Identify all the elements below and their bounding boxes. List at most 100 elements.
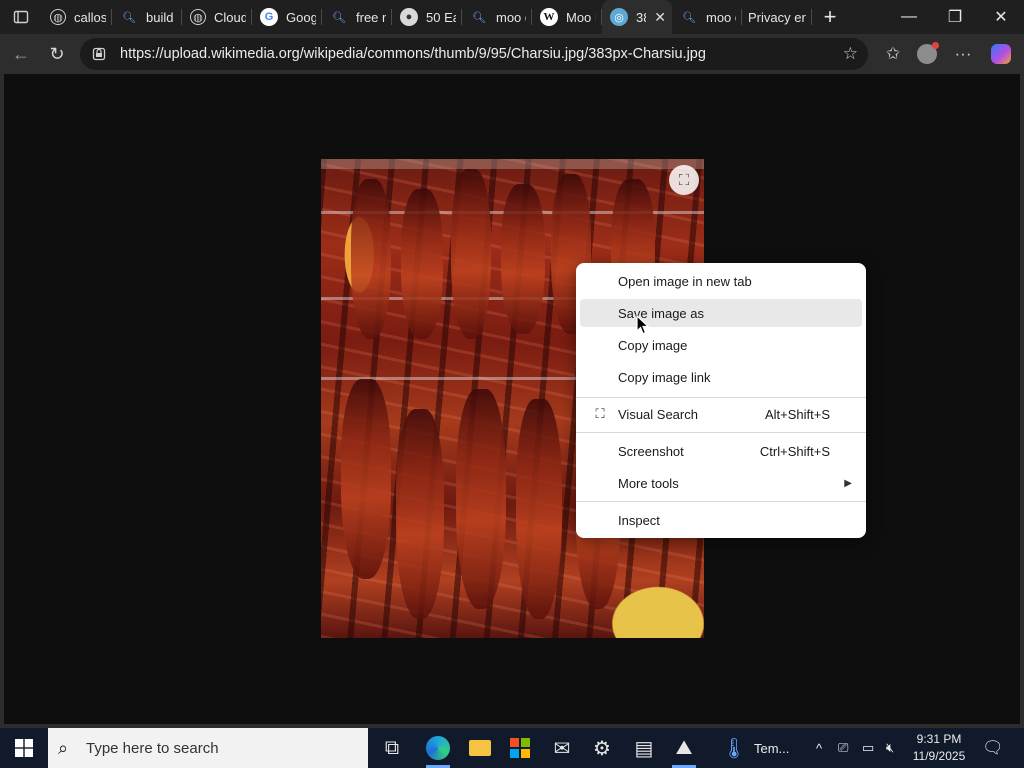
visual-search-button[interactable]: ⛶ — [669, 165, 699, 195]
mouse-cursor-icon — [636, 315, 650, 335]
page-info-icon[interactable] — [92, 46, 108, 62]
tab-0[interactable]: ◍ callose — [42, 0, 112, 34]
tab-label: 38 — [636, 9, 646, 25]
tab-4[interactable]: 🔍︎ free m — [322, 0, 392, 34]
menu-item-more-tools[interactable]: More tools ▶ — [580, 469, 862, 497]
search-icon: 🔍︎ — [682, 11, 696, 24]
url-text: https://upload.wikimedia.org/wikipedia/c… — [120, 46, 706, 62]
network-button[interactable]: ▭ — [862, 728, 874, 768]
file-explorer-button[interactable] — [460, 728, 500, 768]
tab-5[interactable]: ● 50 Eas — [392, 0, 462, 34]
tab-1[interactable]: 🔍︎ build 1 — [112, 0, 182, 34]
menu-item-label: Copy image link — [618, 369, 711, 385]
plus-icon: + — [823, 4, 837, 29]
meet-now-button[interactable]: ⎚ — [838, 728, 848, 768]
tab-label: free m — [356, 9, 386, 25]
menu-item-label: Visual Search — [618, 406, 698, 422]
menu-item-label: Save image as — [618, 305, 704, 321]
start-button[interactable] — [0, 728, 48, 768]
edge-taskbar-button[interactable] — [418, 728, 458, 768]
chevron-up-icon: ^ — [816, 740, 823, 756]
menu-separator — [576, 501, 866, 502]
settings-button[interactable]: ⚙ — [582, 728, 622, 768]
more-options-button[interactable]: ··· — [946, 37, 980, 71]
clock[interactable]: 9:31 PM 11/9/2025 — [906, 731, 972, 765]
taskbar-search-input[interactable]: ⌕ Type here to search — [48, 728, 368, 768]
tab-label: moo d — [496, 9, 526, 25]
taskbar: ⌕ Type here to search ⧉ ✉ ⚙ ▤ ⛰ 🌡︎ Tem..… — [0, 728, 1024, 768]
network-icon: ▭ — [862, 740, 875, 755]
close-icon: ✕ — [994, 9, 1008, 26]
restore-button[interactable]: ❐ — [932, 0, 978, 34]
menu-item-label: Copy image — [618, 337, 688, 353]
copilot-button[interactable] — [984, 37, 1018, 71]
edge-icon — [426, 736, 450, 760]
minimize-button[interactable]: — — [886, 0, 932, 34]
minimize-icon: — — [901, 8, 917, 25]
task-view-button[interactable]: ⧉ — [372, 728, 412, 768]
meat-strip — [501, 184, 545, 334]
tab-label: Googl — [286, 9, 316, 25]
close-tab-icon[interactable]: ✕ — [654, 9, 666, 26]
tab-label: Privacy erro — [748, 9, 806, 25]
google-icon: G — [260, 8, 278, 26]
volume-button[interactable]: 🔇︎ — [886, 728, 894, 768]
menu-item-copy-image-link[interactable]: Copy image link — [580, 363, 862, 391]
menu-item-screenshot[interactable]: Screenshot Ctrl+Shift+S — [580, 437, 862, 465]
meat-strip — [351, 179, 391, 339]
tab-label: Cloudf — [214, 9, 246, 25]
back-button[interactable]: ← — [4, 37, 38, 71]
notification-icon: 🗨︎ — [982, 738, 1004, 757]
notifications-button[interactable]: 🗨︎ — [982, 728, 1004, 768]
menu-item-visual-search[interactable]: ⛶ Visual Search Alt+Shift+S — [580, 400, 862, 428]
search-placeholder: Type here to search — [86, 739, 219, 757]
photos-button[interactable]: ⛰ — [664, 728, 704, 768]
tab-actions-button[interactable] — [0, 0, 42, 34]
app-window-icon: ▤ — [634, 737, 654, 760]
tab-7[interactable]: W Moo D — [532, 0, 602, 34]
folder-icon — [469, 740, 491, 756]
globe-icon: ◍ — [50, 9, 66, 25]
tab-label: build 1 — [146, 9, 176, 25]
store-button[interactable] — [500, 728, 540, 768]
wikimedia-icon: ◎ — [610, 8, 628, 26]
tab-6[interactable]: 🔍︎ moo d — [462, 0, 532, 34]
meat-strip — [516, 399, 562, 619]
weather-button[interactable]: 🌡︎ — [714, 728, 754, 768]
menu-item-open-image-new-tab[interactable]: Open image in new tab — [580, 267, 862, 295]
more-dots-icon: ··· — [954, 44, 972, 63]
menu-item-label: Screenshot — [618, 443, 684, 459]
tab-8-active[interactable]: ◎ 38 ✕ — [602, 0, 672, 34]
menu-item-label: Open image in new tab — [618, 273, 752, 289]
favorite-star-icon[interactable]: ☆ — [843, 44, 858, 64]
weather-label[interactable]: Tem... — [754, 728, 789, 768]
restore-icon: ❐ — [947, 9, 963, 26]
meat-strip — [396, 409, 444, 619]
mail-icon: ✉ — [553, 737, 571, 760]
menu-separator — [576, 397, 866, 398]
menu-item-shortcut: Alt+Shift+S — [764, 406, 830, 422]
mail-button[interactable]: ✉ — [542, 728, 582, 768]
menu-item-inspect[interactable]: Inspect — [580, 506, 862, 534]
address-bar[interactable]: https://upload.wikimedia.org/wikipedia/c… — [80, 38, 868, 70]
app-button[interactable]: ▤ — [624, 728, 664, 768]
tab-9[interactable]: 🔍︎ moo d — [672, 0, 742, 34]
tab-2[interactable]: ◍ Cloudf — [182, 0, 252, 34]
context-menu: Open image in new tab Save image as Copy… — [576, 263, 866, 538]
meat-strip — [341, 379, 391, 579]
new-tab-button[interactable]: + — [812, 0, 848, 34]
profile-button[interactable] — [910, 37, 944, 71]
search-icon: 🔍︎ — [472, 11, 486, 24]
show-hidden-icons-button[interactable]: ^ — [816, 728, 822, 768]
browser-toolbar: ← ↻ https://upload.wikimedia.org/wikiped… — [0, 34, 1024, 74]
refresh-button[interactable]: ↻ — [40, 37, 74, 71]
photos-icon: ⛰ — [675, 736, 693, 759]
favorites-button[interactable]: ✩ — [876, 37, 910, 71]
tab-10[interactable]: Privacy erro — [742, 0, 812, 34]
store-icon — [510, 738, 530, 758]
search-icon: ⌕ — [58, 738, 69, 758]
menu-item-copy-image[interactable]: Copy image — [580, 331, 862, 359]
close-window-button[interactable]: ✕ — [978, 0, 1024, 34]
tab-3[interactable]: G Googl — [252, 0, 322, 34]
menu-item-save-image-as[interactable]: Save image as — [580, 299, 862, 327]
